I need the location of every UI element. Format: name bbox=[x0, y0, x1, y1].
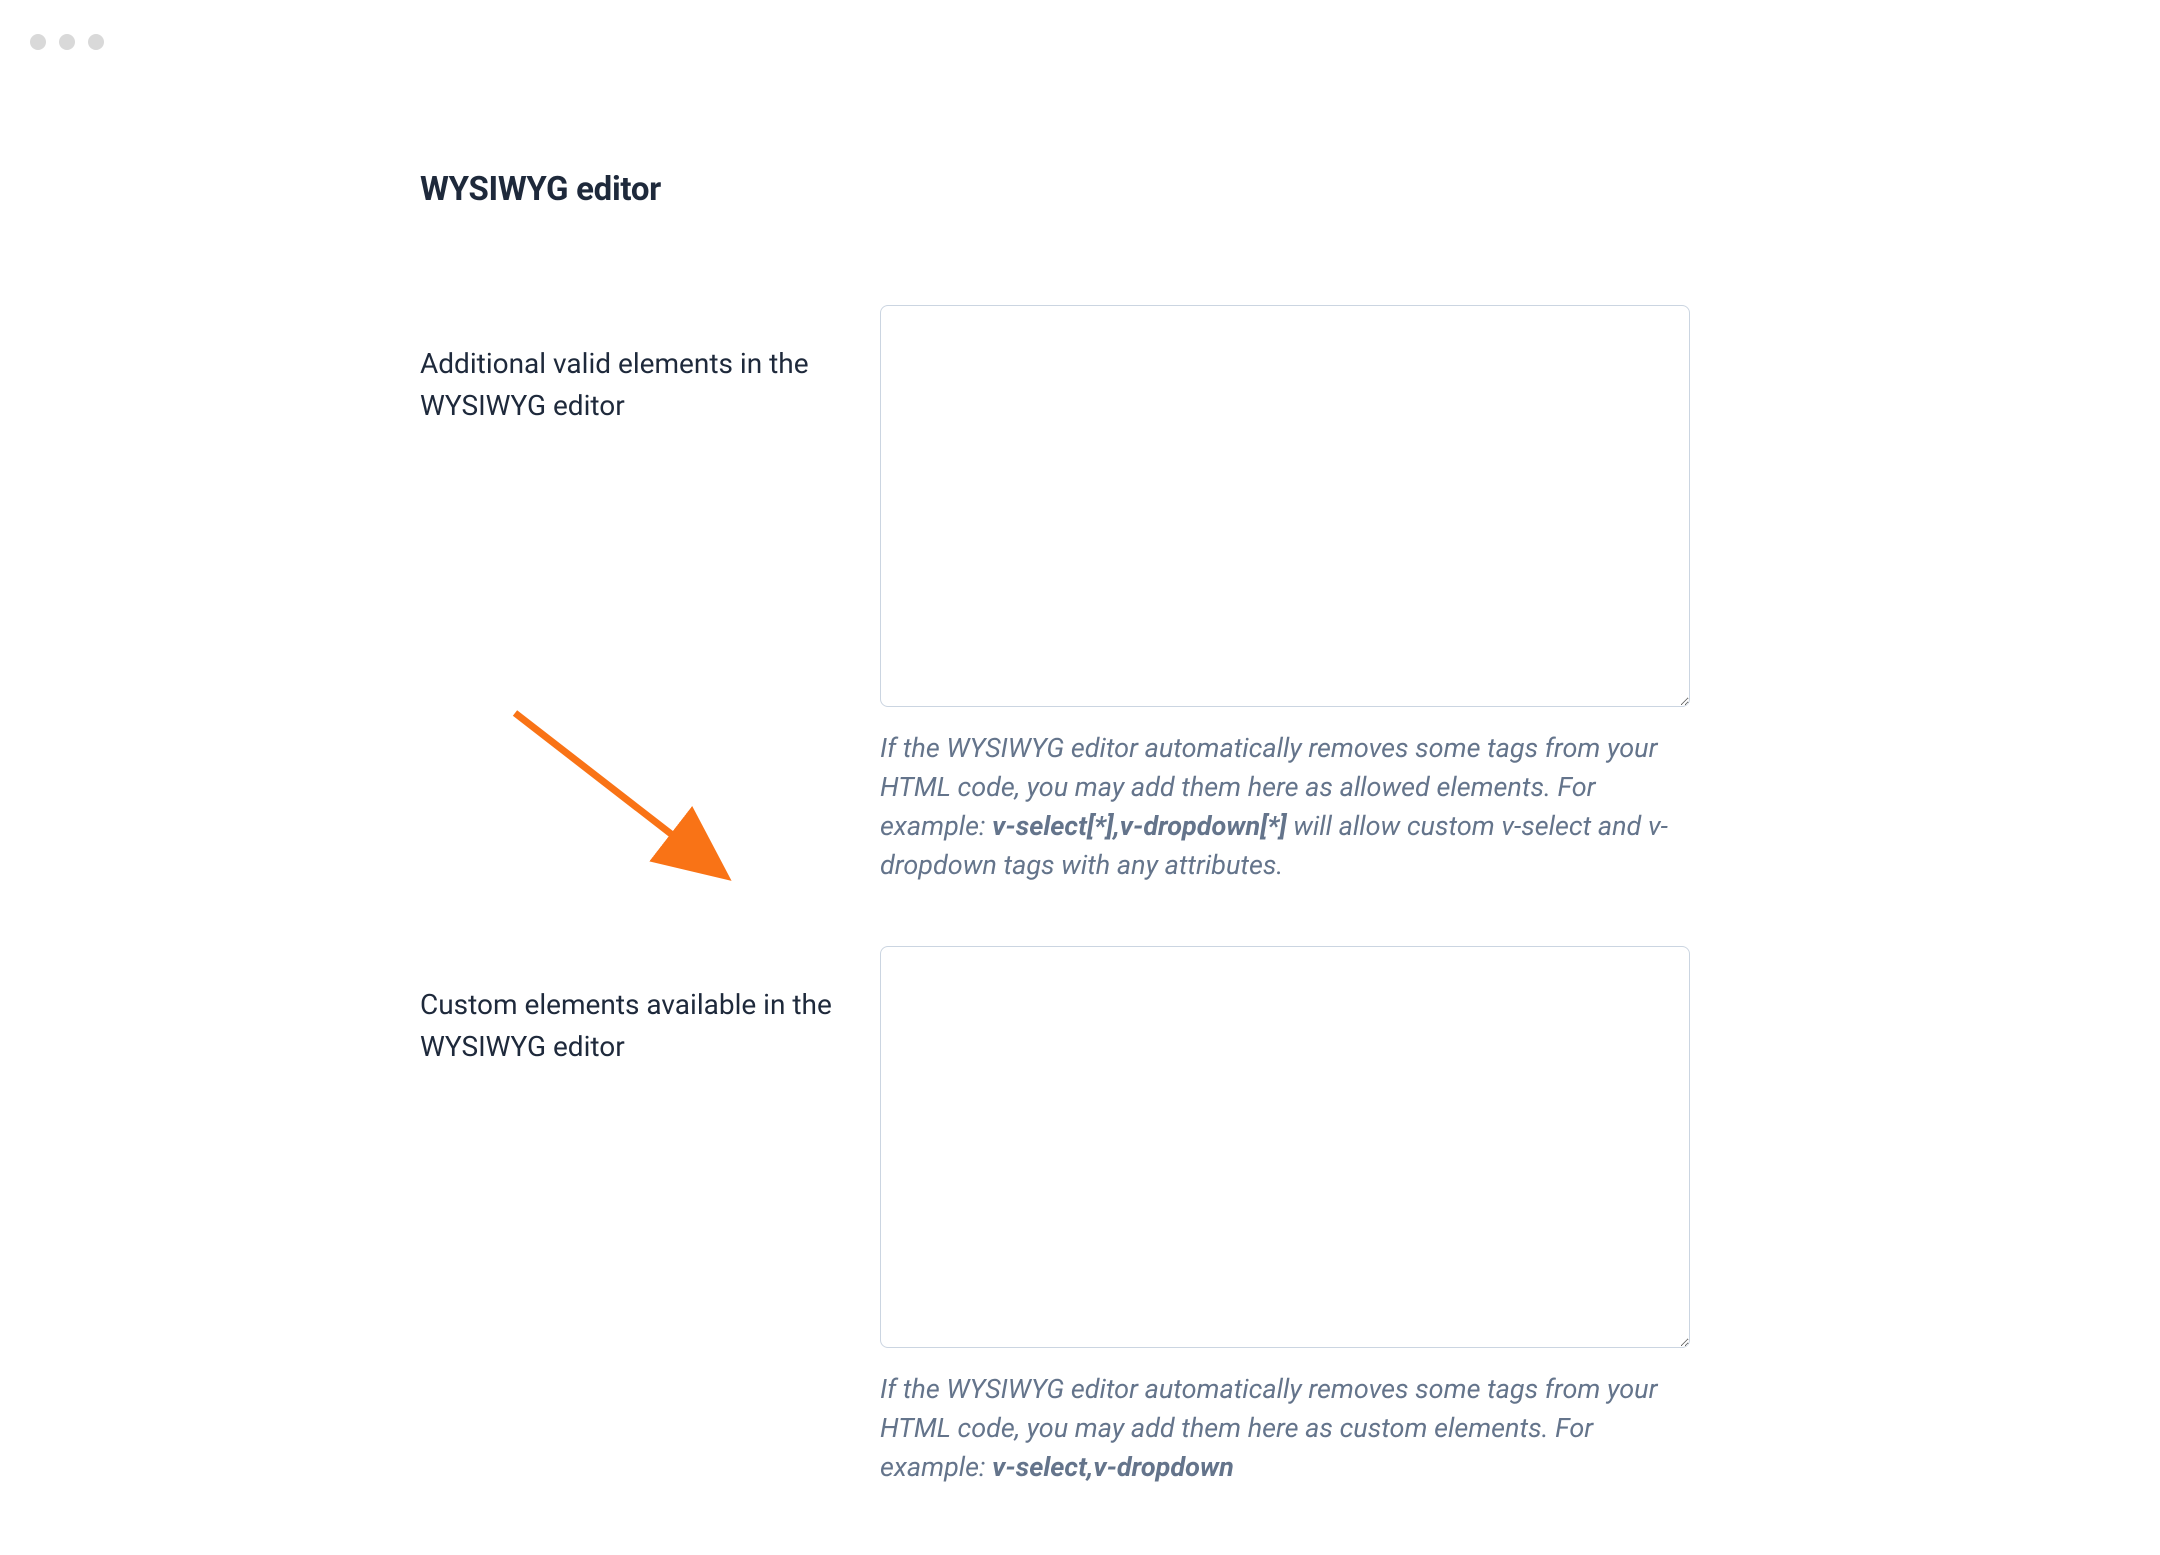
help-text: If the WYSIWYG editor automatically remo… bbox=[880, 1370, 1690, 1487]
additional-valid-elements-input[interactable] bbox=[880, 305, 1690, 707]
field-custom-elements: Custom elements available in the WYSIWYG… bbox=[420, 946, 1690, 1487]
help-text-example: v-select[*],v-dropdown[*] bbox=[992, 810, 1286, 842]
field-label: Additional valid elements in the WYSIWYG… bbox=[420, 305, 850, 427]
field-input-wrap: If the WYSIWYG editor automatically remo… bbox=[880, 946, 1690, 1487]
window-dot-icon bbox=[59, 34, 75, 50]
custom-elements-input[interactable] bbox=[880, 946, 1690, 1348]
field-input-wrap: If the WYSIWYG editor automatically remo… bbox=[880, 305, 1690, 886]
window-dot-icon bbox=[30, 34, 46, 50]
help-text: If the WYSIWYG editor automatically remo… bbox=[880, 729, 1690, 886]
window-dot-icon bbox=[88, 34, 104, 50]
field-additional-valid-elements: Additional valid elements in the WYSIWYG… bbox=[420, 305, 1690, 886]
settings-section: WYSIWYG editor Additional valid elements… bbox=[420, 170, 1690, 1547]
field-label: Custom elements available in the WYSIWYG… bbox=[420, 946, 850, 1068]
window-controls bbox=[30, 34, 104, 50]
section-title: WYSIWYG editor bbox=[420, 170, 1690, 209]
help-text-example: v-select,v-dropdown bbox=[992, 1451, 1234, 1483]
